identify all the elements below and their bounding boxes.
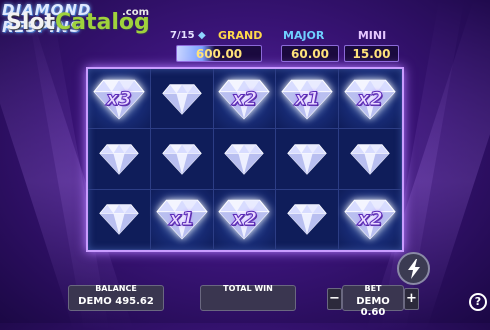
reel-cell: x2: [339, 69, 402, 130]
diamond-icon: [287, 203, 328, 236]
major-label: MAJOR: [283, 29, 325, 42]
total-win-panel: TOTAL WIN: [200, 284, 296, 311]
reel-cell: [213, 129, 277, 190]
major-value: 60.00: [281, 45, 339, 62]
reel-cell: x3: [88, 69, 151, 130]
reel-cell: x2: [213, 69, 277, 130]
mini-label: MINI: [357, 29, 387, 42]
diamond-icon: [350, 143, 390, 175]
game-logo: DIAMOND RESPINS SlotCatalog .com: [0, 0, 150, 50]
total-win-label: TOTAL WIN: [223, 284, 273, 293]
multiplier-label: x1: [168, 208, 195, 231]
help-button[interactable]: ?: [469, 293, 487, 311]
bet-increase-button[interactable]: +: [404, 288, 419, 310]
reel-cell: x1: [276, 69, 340, 130]
reel-cell: [88, 129, 151, 190]
multiplier-label: x3: [106, 87, 132, 110]
diamond-icon: [287, 143, 328, 175]
balance-panel: BALANCE DEMO 495.62: [68, 284, 164, 311]
reel-cell: x1: [150, 189, 214, 250]
balance-value: DEMO 495.62: [78, 296, 154, 307]
respin-counter-value: 7/15: [170, 30, 195, 41]
bet-label: BET: [364, 284, 382, 293]
lightning-icon: [407, 258, 420, 279]
reel-cell: x2: [339, 189, 402, 250]
diamond-icon: ◆: [198, 30, 206, 41]
reel-cell: [150, 69, 214, 130]
reel-cell: [339, 129, 402, 190]
mini-value: 15.00: [344, 45, 399, 62]
reel-cell: [276, 189, 340, 250]
bet-panel: BET DEMO 0.60: [342, 284, 404, 318]
multiplier-label: x2: [357, 87, 383, 110]
diamond-icon: [161, 83, 202, 115]
balance-label: BALANCE: [95, 284, 137, 293]
reel-cell: [150, 129, 214, 190]
multiplier-label: x1: [294, 87, 321, 110]
diamond-icon: [224, 143, 265, 175]
turbo-button[interactable]: [397, 252, 430, 285]
multiplier-label: x2: [231, 208, 258, 231]
reel-grid: x3 x2 x1 x2 x1 x2 x2: [86, 67, 404, 252]
grand-label: GRAND: [218, 29, 263, 42]
grand-value: 600.00: [176, 45, 262, 62]
reel-cell: x2: [213, 189, 277, 250]
watermark-domain: .com: [122, 7, 150, 18]
diamond-icon: [99, 203, 139, 236]
reel-cell: [276, 129, 340, 190]
bet-decrease-button[interactable]: −: [327, 288, 342, 310]
diamond-icon: [161, 143, 202, 175]
watermark-part1: Slot: [6, 10, 56, 35]
bet-value: DEMO 0.60: [356, 296, 390, 318]
diamond-icon: [99, 143, 139, 175]
multiplier-label: x2: [357, 208, 383, 231]
multiplier-label: x2: [231, 87, 258, 110]
respin-counter: 7/15 ◆: [170, 30, 206, 41]
reel-cell: [88, 189, 151, 250]
